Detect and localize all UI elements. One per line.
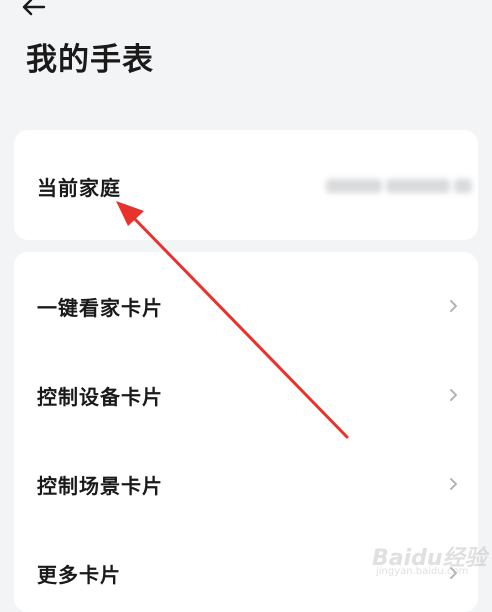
arrow-left-icon (22, 0, 46, 16)
list-item-label: 更多卡片 (37, 562, 121, 587)
watermark-url: jingyan.baidu.com (376, 566, 469, 577)
current-family-label: 当前家庭 (37, 175, 121, 200)
list-item-device-control-card[interactable]: 控制设备卡片 (14, 367, 478, 423)
current-family-row[interactable]: 当前家庭 (14, 158, 478, 214)
current-family-value-blurred (326, 175, 478, 197)
list-item-label: 一键看家卡片 (37, 295, 163, 320)
page-title: 我的手表 (26, 42, 154, 78)
current-family-card: 当前家庭 (14, 130, 478, 240)
back-button[interactable] (20, 0, 52, 20)
chevron-right-icon (450, 300, 457, 312)
list-item-label: 控制设备卡片 (37, 384, 163, 409)
list-item-scene-control-card[interactable]: 控制场景卡片 (14, 456, 478, 512)
chevron-right-icon (450, 389, 457, 401)
list-item-label: 控制场景卡片 (37, 473, 163, 498)
chevron-right-icon (450, 478, 457, 490)
list-item-home-monitor-card[interactable]: 一键看家卡片 (14, 278, 478, 334)
baidu-jingyan-watermark: Baidu经验 jingyan.baidu.com (372, 540, 488, 582)
